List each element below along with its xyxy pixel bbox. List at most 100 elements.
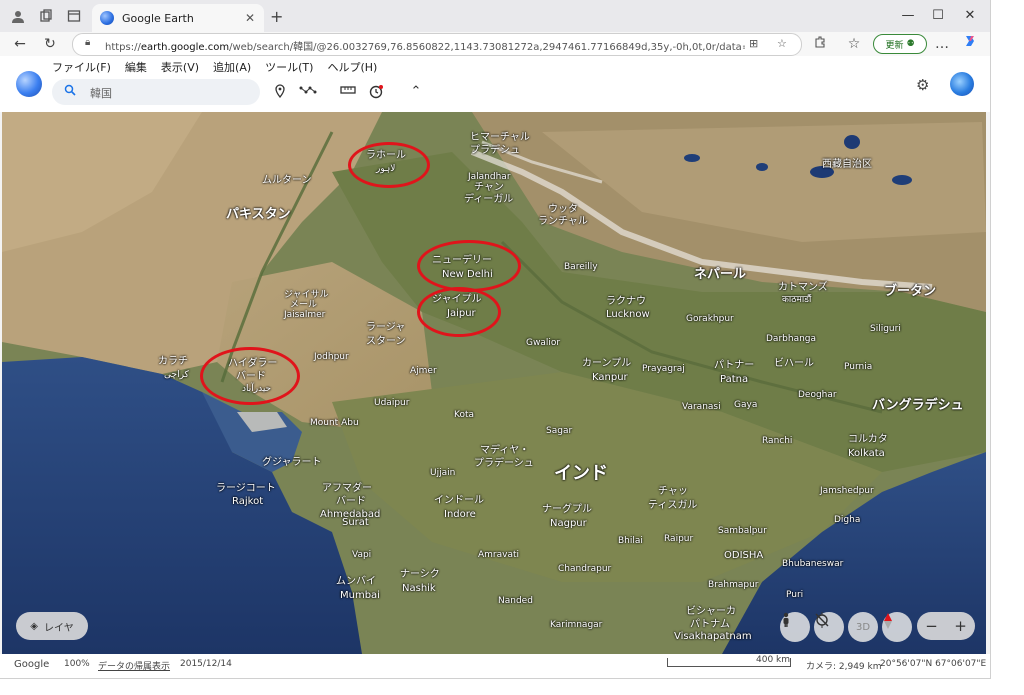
label-varanasi: Varanasi [682, 402, 721, 412]
label-bhilai: Bhilai [618, 536, 643, 546]
copilot-icon[interactable] [960, 34, 980, 54]
menu-bar: ファイル(F) 編集 表示(V) 追加(A) ツール(T) ヘルプ(H) [52, 59, 377, 75]
window-close-icon[interactable]: ✕ [960, 8, 980, 23]
label-gwalior: Gwalior [526, 338, 561, 348]
label-patna: パトナー [714, 360, 755, 371]
label-kolkata-en: Kolkata [848, 448, 885, 459]
ruler-icon[interactable] [338, 84, 358, 99]
menu-view[interactable]: 表示(V) [161, 59, 199, 75]
app-available-icon[interactable]: ⊞ [749, 37, 758, 50]
menu-edit[interactable]: 編集 [125, 59, 147, 75]
label-gorakhpur: Gorakhpur [686, 314, 734, 324]
account-avatar[interactable] [950, 72, 974, 96]
label-purnia: Purnia [844, 362, 873, 372]
label-nashik: ナーシク [400, 569, 440, 580]
back-arrow-icon[interactable]: ← [10, 34, 30, 54]
maximize-icon[interactable]: ☐ [928, 8, 948, 23]
tab-actions-icon[interactable] [64, 6, 84, 26]
new-tab-button[interactable]: + [270, 7, 283, 26]
label-bhubaneswar: Bhubaneswar [782, 559, 844, 569]
zoom-out-button[interactable]: − [925, 617, 938, 635]
close-tab-icon[interactable]: ✕ [242, 11, 258, 25]
search-icon[interactable] [64, 84, 76, 99]
menu-add[interactable]: 追加(A) [213, 59, 251, 75]
label-mumbai: ムンバイ [336, 576, 376, 587]
red-annotation-circle-hyderabad [200, 347, 300, 405]
label-karachi: カラチ [158, 356, 188, 367]
google-earth-logo-icon[interactable] [16, 71, 42, 97]
label-multan: ムルターン [262, 175, 312, 186]
cursor-coordinates: 20°56'07"N 67°06'07"E [880, 659, 987, 669]
favorite-star-icon[interactable]: ☆ [777, 37, 787, 50]
label-nagpur: ナーグプル [542, 504, 592, 515]
label-jalandhar: Jalandhar [468, 172, 511, 182]
compass-icon[interactable] [882, 612, 912, 642]
label-india: インド [554, 463, 608, 484]
label-rajasthan-2: スターン [366, 336, 406, 347]
favorites-icon[interactable]: ☆ [844, 34, 864, 54]
label-prayagraj: Prayagraj [642, 364, 685, 374]
label-raipur: Raipur [664, 534, 694, 544]
label-chandigarh: チャン [474, 182, 504, 193]
site-info-icon[interactable]: 🔒︎ [85, 37, 90, 48]
red-annotation-circle-new-delhi [417, 240, 521, 292]
path-icon[interactable] [298, 84, 318, 99]
label-vapi: Vapi [352, 550, 372, 560]
label-udaipur: Udaipur [374, 398, 410, 408]
tab-bar: Google Earth ✕ + — ☐ ✕ [0, 0, 990, 32]
my-location-icon[interactable] [814, 612, 844, 642]
label-siliguri: Siliguri [870, 324, 901, 334]
label-kolkata: コルカタ [848, 434, 888, 445]
placemark-icon[interactable] [270, 84, 290, 102]
refresh-icon[interactable]: ↻ [40, 34, 60, 54]
search-input[interactable] [88, 83, 252, 103]
zoom-in-button[interactable]: + [954, 617, 967, 635]
data-attribution-link[interactable]: データの帰属表示 [98, 659, 170, 672]
camera-altitude: カメラ: 2,949 km [806, 662, 882, 672]
label-brahmapur: Brahmapur [708, 580, 759, 590]
google-brand: Google [14, 659, 50, 670]
historical-imagery-icon[interactable] [366, 84, 386, 104]
label-uttarakhand: ウッタ [548, 204, 578, 215]
more-options-icon[interactable]: … [932, 34, 952, 54]
3d-toggle-button[interactable]: 3D [848, 612, 878, 642]
label-ujjain: Ujjain [430, 468, 456, 478]
update-button[interactable]: 更新 ⚉ [873, 34, 927, 54]
minimize-icon[interactable]: — [898, 8, 918, 23]
menu-file[interactable]: ファイル(F) [52, 59, 111, 75]
label-karachi-urdu: کراچی [164, 370, 189, 380]
label-pakistan: パキスタン [226, 207, 291, 222]
zoom-controls: − + [917, 612, 975, 640]
settings-gear-icon[interactable]: ⚙ [916, 76, 929, 94]
label-uttarakhand-2: ランチャル [538, 216, 588, 227]
menu-tools[interactable]: ツール(T) [265, 59, 313, 75]
earth-map-view[interactable]: パキスタン インド ネパール ブータン バングラデシュ 西藏自治区 ラホール ل… [2, 112, 986, 654]
collapse-toolbar-icon[interactable]: ⌃ [406, 84, 426, 99]
label-surat: Surat [342, 517, 369, 528]
tab-title: Google Earth [122, 11, 194, 25]
label-patna-en: Patna [720, 374, 749, 385]
scale-label: 400 km [756, 655, 791, 665]
extensions-icon[interactable] [810, 34, 830, 54]
tab-google-earth[interactable]: Google Earth ✕ [92, 4, 264, 32]
street-view-pegman-icon[interactable] [780, 612, 810, 642]
workspaces-icon[interactable] [36, 6, 56, 26]
label-madhya-pradesh: マディヤ・ [480, 445, 530, 456]
label-karimnagar: Karimnagar [550, 620, 603, 630]
address-bar[interactable]: 🔒︎ https://earth.google.com/web/search/韓… [72, 33, 802, 56]
label-madhya-pradesh-2: プラデーシュ [474, 458, 534, 469]
browser-window: Google Earth ✕ + — ☐ ✕ ← ↻ 🔒︎ https://ea… [0, 0, 991, 679]
label-visakhapatnam: ビシャーカ [686, 606, 736, 617]
label-rajkot: ラージコート [216, 483, 276, 494]
label-chandrapur: Chandrapur [558, 564, 612, 574]
profile-icon[interactable] [8, 6, 28, 26]
label-amravati: Amravati [478, 550, 520, 560]
label-bareilly: Bareilly [564, 262, 598, 272]
label-indore-en: Indore [444, 509, 476, 520]
label-jamshedpur: Jamshedpur [820, 486, 874, 496]
layers-button[interactable]: ◈ レイヤ [16, 612, 88, 640]
zoom-percent: 100% [64, 659, 90, 669]
label-gujarat: グジャラート [262, 457, 322, 468]
label-bangladesh: バングラデシュ [872, 398, 964, 413]
menu-help[interactable]: ヘルプ(H) [327, 59, 377, 75]
